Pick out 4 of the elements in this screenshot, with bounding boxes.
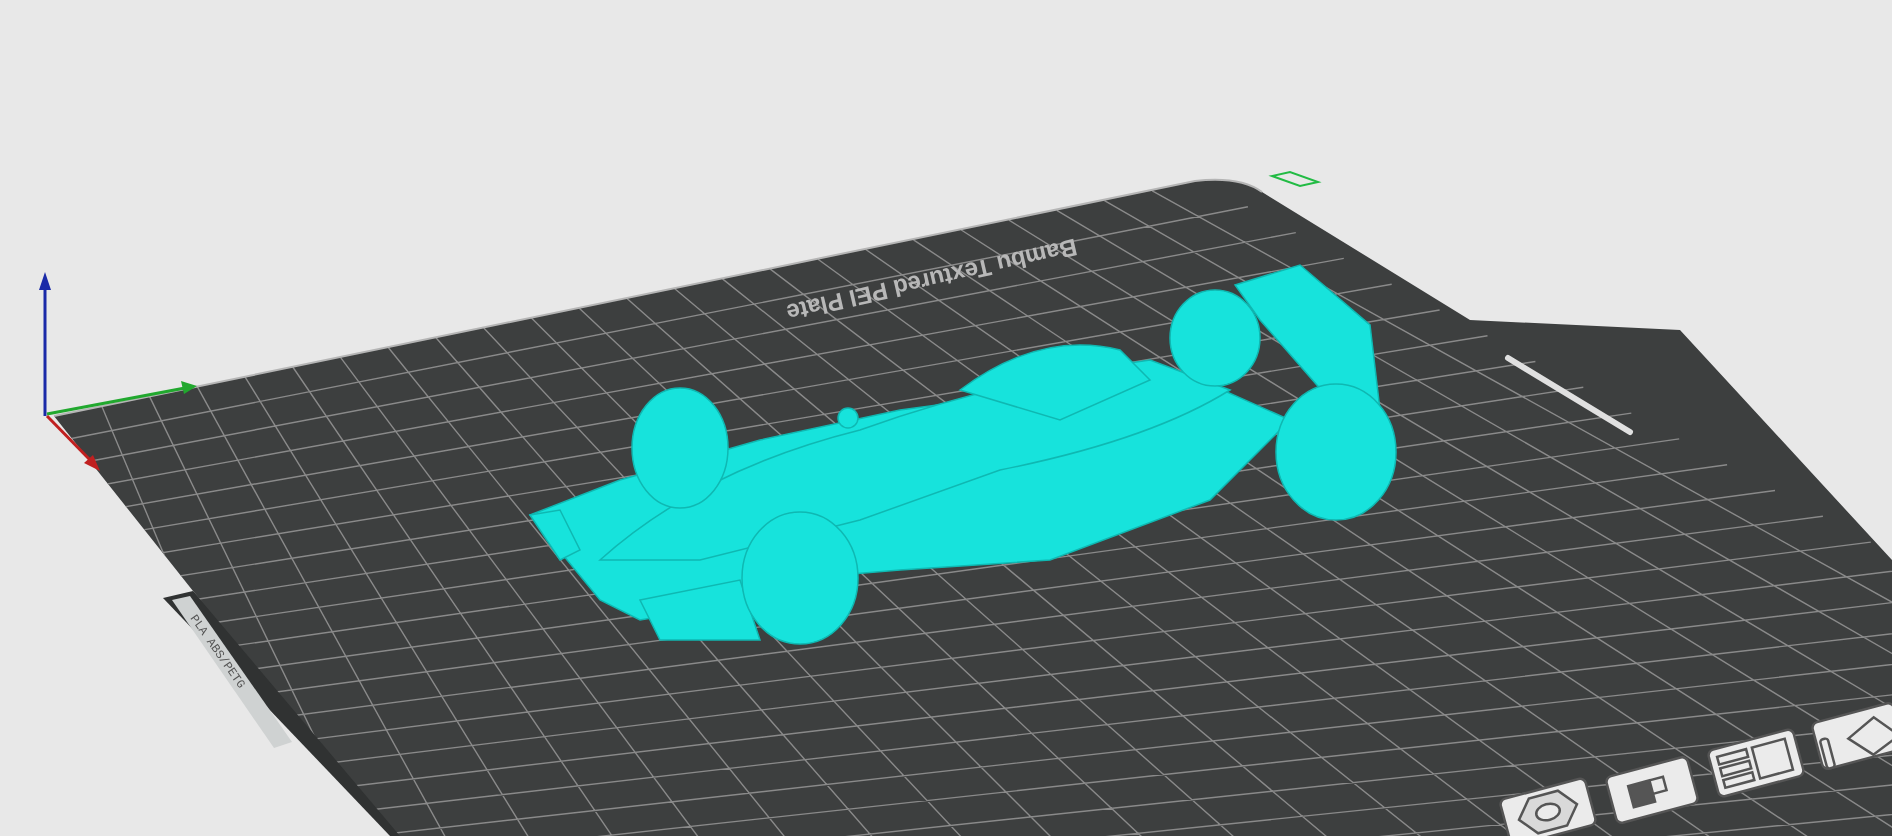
axis-z-icon (39, 272, 51, 416)
axis-x-icon (46, 381, 197, 416)
axis-y-icon (45, 414, 100, 471)
plate-name: Bambu Textured PEI Plate (784, 233, 1080, 327)
